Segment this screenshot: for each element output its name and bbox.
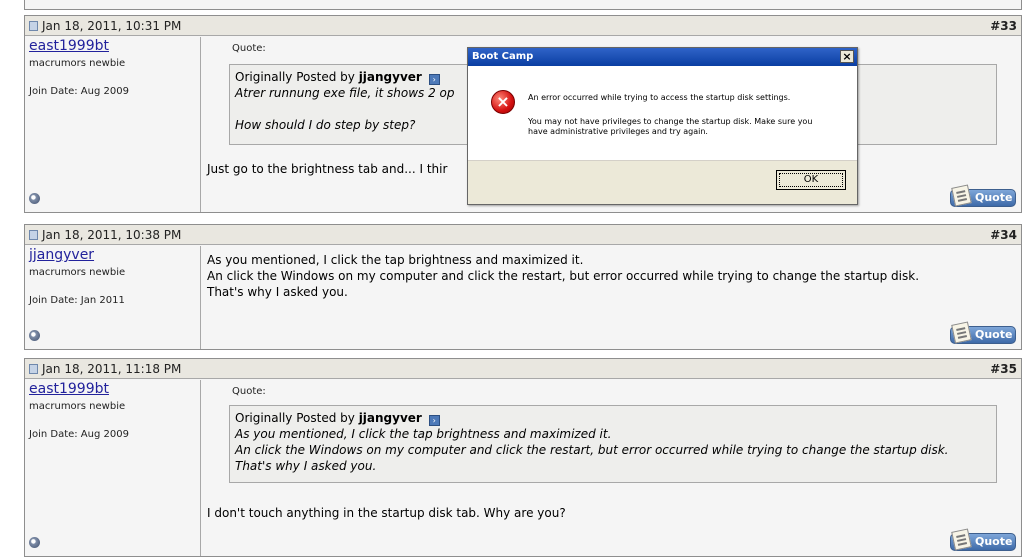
- quote-prefix: Originally Posted by: [235, 411, 355, 425]
- user-title: macrumors newbie: [29, 58, 126, 69]
- username-link[interactable]: jjangyver: [29, 247, 94, 263]
- quote-line: An click the Windows on my computer and …: [235, 443, 949, 457]
- quote-line: That's why I asked you.: [235, 459, 377, 473]
- quote-author: jjangyver: [358, 411, 422, 425]
- view-post-icon[interactable]: ›: [428, 74, 440, 85]
- quote-author-line: Originally Posted by jjangyver ›: [235, 410, 991, 426]
- post-date-text: Jan 18, 2011, 10:38 PM: [42, 228, 182, 242]
- quote-label: Quote:: [232, 43, 266, 54]
- post-body: As you mentioned, I click the tap bright…: [207, 246, 1021, 349]
- post-user-panel: east1999bt macrumors newbie Join Date: A…: [25, 37, 201, 212]
- post-text-line: That's why I asked you.: [207, 285, 348, 299]
- quote-button-label: Quote: [975, 191, 1013, 204]
- post-date: Jan 18, 2011, 11:18 PM: [29, 359, 181, 379]
- close-icon[interactable]: ×: [840, 50, 854, 63]
- post-text-line: As you mentioned, I click the tap bright…: [207, 253, 584, 267]
- quote-prefix: Originally Posted by: [235, 70, 355, 84]
- post-date-text: Jan 18, 2011, 10:31 PM: [42, 19, 182, 33]
- error-icon: ×: [491, 90, 515, 114]
- post-date-text: Jan 18, 2011, 11:18 PM: [42, 362, 182, 376]
- post-text: As you mentioned, I click the tap bright…: [207, 252, 919, 300]
- post-number[interactable]: #35: [990, 359, 1017, 379]
- error-message: An error occurred while trying to access…: [528, 93, 791, 102]
- post-text: Just go to the brightness tab and... I t…: [207, 161, 447, 177]
- join-date: Join Date: Jan 2011: [29, 295, 125, 306]
- username-link[interactable]: east1999bt: [29, 38, 109, 54]
- quote-button[interactable]: Quote: [950, 528, 1016, 551]
- post-text-line: I don't touch anything in the startup di…: [207, 506, 566, 520]
- user-title: macrumors newbie: [29, 267, 126, 278]
- quote-label: Quote:: [232, 386, 266, 397]
- notepad-icon: [951, 184, 972, 207]
- post-number[interactable]: #34: [990, 225, 1017, 245]
- post-number[interactable]: #33: [990, 16, 1017, 36]
- dialog-titlebar[interactable]: Boot Camp ×: [468, 48, 857, 66]
- post-doc-icon: [29, 230, 38, 240]
- ok-button[interactable]: OK: [776, 170, 846, 190]
- post-date: Jan 18, 2011, 10:38 PM: [29, 225, 181, 245]
- post-user-panel: east1999bt macrumors newbie Join Date: A…: [25, 380, 201, 556]
- post-user-panel: jjangyver macrumors newbie Join Date: Ja…: [25, 246, 201, 349]
- offline-status-icon: [29, 193, 40, 204]
- join-date: Join Date: Aug 2009: [29, 429, 129, 440]
- quote-author: jjangyver: [358, 70, 422, 84]
- post-header: Jan 18, 2011, 10:31 PM #33: [25, 16, 1021, 36]
- post-text-line: An click the Windows on my computer and …: [207, 269, 920, 283]
- username-link[interactable]: east1999bt: [29, 381, 109, 397]
- quote-button[interactable]: Quote: [950, 184, 1016, 207]
- offline-status-icon: [29, 330, 40, 341]
- post-doc-icon: [29, 364, 38, 374]
- quote-button-label: Quote: [975, 535, 1013, 548]
- post-text: I don't touch anything in the startup di…: [207, 505, 566, 521]
- view-post-icon[interactable]: ›: [428, 415, 440, 426]
- user-title: macrumors newbie: [29, 401, 126, 412]
- post-text-line: Just go to the brightness tab and... I t…: [207, 162, 448, 176]
- post-body: Quote: Originally Posted by jjangyver › …: [207, 380, 1021, 556]
- dialog-title: Boot Camp: [472, 51, 534, 62]
- post-35: Jan 18, 2011, 11:18 PM #35 east1999bt ma…: [24, 358, 1022, 557]
- dialog-footer: OK: [468, 160, 857, 204]
- quote-line: As you mentioned, I click the tap bright…: [235, 427, 612, 441]
- join-date: Join Date: Aug 2009: [29, 86, 129, 97]
- quote-button-label: Quote: [975, 328, 1013, 341]
- previous-post-edge: [24, 0, 1022, 10]
- post-doc-icon: [29, 21, 38, 31]
- post-header: Jan 18, 2011, 11:18 PM #35: [25, 359, 1021, 379]
- error-detail: You may not have privileges to change th…: [528, 117, 813, 136]
- offline-status-icon: [29, 537, 40, 548]
- boot-camp-error-dialog: Boot Camp × × An error occurred while tr…: [467, 47, 858, 205]
- quote-button[interactable]: Quote: [950, 321, 1016, 344]
- post-date: Jan 18, 2011, 10:31 PM: [29, 16, 181, 36]
- post-header: Jan 18, 2011, 10:38 PM #34: [25, 225, 1021, 245]
- notepad-icon: [951, 528, 972, 551]
- notepad-icon: [951, 321, 972, 344]
- quote-box: Originally Posted by jjangyver › As you …: [229, 405, 997, 483]
- post-34: Jan 18, 2011, 10:38 PM #34 jjangyver mac…: [24, 224, 1022, 350]
